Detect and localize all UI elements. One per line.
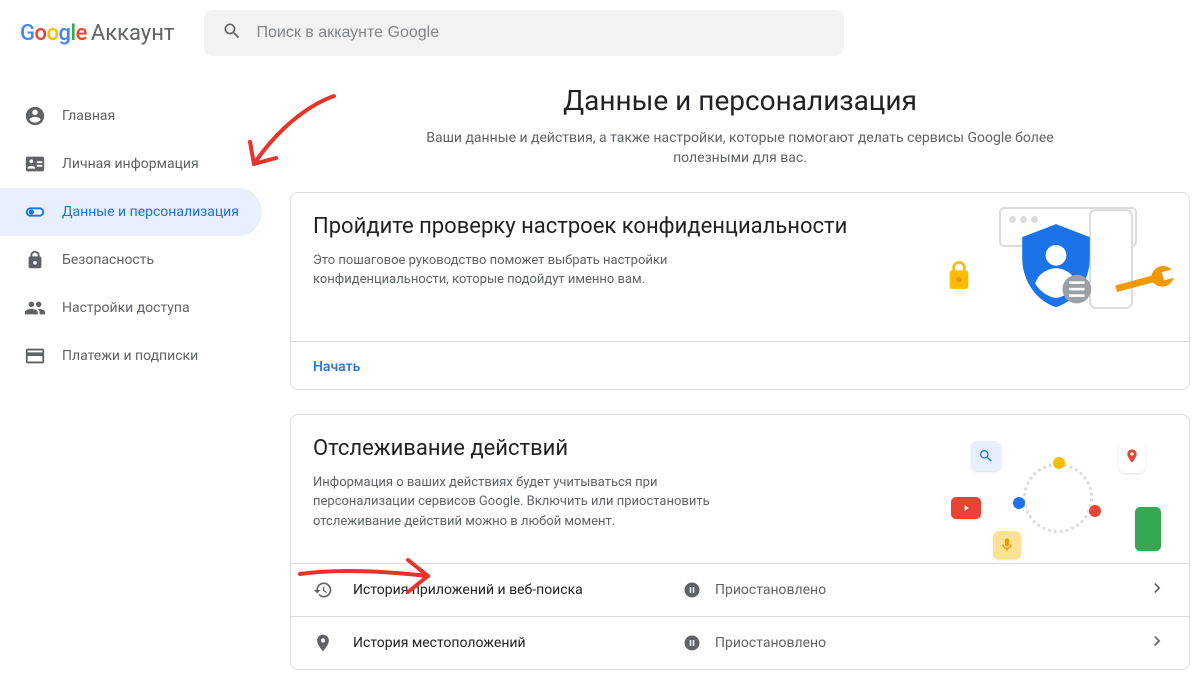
activity-illustration [947,435,1167,545]
activity-row-web[interactable]: История приложений и веб-поиска Приостан… [291,563,1189,616]
chevron-right-icon [1147,578,1167,602]
map-pin-icon [1119,439,1145,473]
header: Google Аккаунт [0,0,1200,66]
sidebar-item-label: Безопасность [62,252,154,268]
magnifier-icon [971,441,1001,471]
sidebar-item-security[interactable]: Безопасность [0,236,262,284]
privacy-illustration [947,213,1167,323]
location-pin-icon [313,633,335,653]
microphone-icon [993,531,1021,559]
shield-icon [1017,221,1095,317]
sidebar-item-data[interactable]: Данные и персонализация [0,188,262,236]
header-account-label: Аккаунт [91,21,175,46]
sidebar-item-payments[interactable]: Платежи и подписки [0,332,262,380]
sidebar: Главная Личная информация Данные и персо… [0,66,280,694]
youtube-icon [951,497,981,519]
sidebar-item-label: Настройки доступа [62,300,190,316]
logo[interactable]: Google Аккаунт [20,21,174,46]
id-card-icon [24,153,46,175]
activity-row-label: История местоположений [353,635,683,651]
lock-icon [24,249,46,271]
privacy-card-desc: Это пошаговое руководство поможет выбрат… [313,251,733,290]
sidebar-item-home[interactable]: Главная [0,92,262,140]
search-input[interactable] [256,24,826,42]
activity-card: Отслеживание действий Информация о ваших… [290,414,1190,670]
activity-row-label: История приложений и веб-поиска [353,582,683,598]
privacy-start-button[interactable]: Начать [313,359,360,375]
phone-icon [1135,507,1161,551]
credit-card-icon [24,345,46,367]
activity-row-status: Приостановлено [715,635,1147,651]
activity-row-location[interactable]: История местоположений Приостановлено [291,616,1189,669]
search-box[interactable] [204,10,844,56]
toggle-icon [24,201,46,223]
privacy-check-card: Пройдите проверку настроек конфиденциаль… [290,192,1190,390]
privacy-card-title: Пройдите проверку настроек конфиденциаль… [313,213,917,241]
user-circle-icon [24,105,46,127]
sidebar-item-label: Платежи и подписки [62,348,198,364]
activity-row-status: Приостановлено [715,582,1147,598]
page-title: Данные и персонализация [290,84,1190,117]
activity-card-title: Отслеживание действий [313,435,917,463]
sidebar-item-sharing[interactable]: Настройки доступа [0,284,262,332]
sidebar-item-personal[interactable]: Личная информация [0,140,262,188]
pause-icon [683,634,705,652]
chevron-right-icon [1147,631,1167,655]
activity-card-desc: Информация о ваших действиях будет учиты… [313,473,733,532]
main-content: Данные и персонализация Ваши данные и де… [280,66,1200,694]
sidebar-item-label: Данные и персонализация [62,204,239,220]
google-logo: Google [20,21,87,46]
history-icon [313,580,335,600]
padlock-icon [943,257,975,301]
search-icon [222,21,242,45]
sidebar-item-label: Главная [62,108,115,124]
pause-icon [683,581,705,599]
page-subtitle: Ваши данные и действия, а также настройк… [390,129,1090,168]
people-icon [24,297,46,319]
sidebar-item-label: Личная информация [62,156,199,172]
